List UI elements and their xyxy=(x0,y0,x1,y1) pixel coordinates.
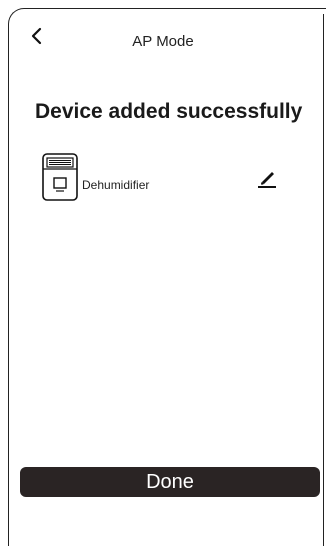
pencil-icon[interactable] xyxy=(254,164,280,190)
page-title: AP Mode xyxy=(132,33,194,50)
done-button[interactable]: Done xyxy=(20,467,320,497)
phone-frame-edge xyxy=(322,14,324,546)
dehumidifier-icon xyxy=(42,153,78,201)
device-name: Dehumidifier xyxy=(82,178,150,192)
phone-frame xyxy=(8,8,326,546)
success-headline: Device added successfully xyxy=(35,100,303,123)
device-list-item: Dehumidifier xyxy=(40,152,290,202)
